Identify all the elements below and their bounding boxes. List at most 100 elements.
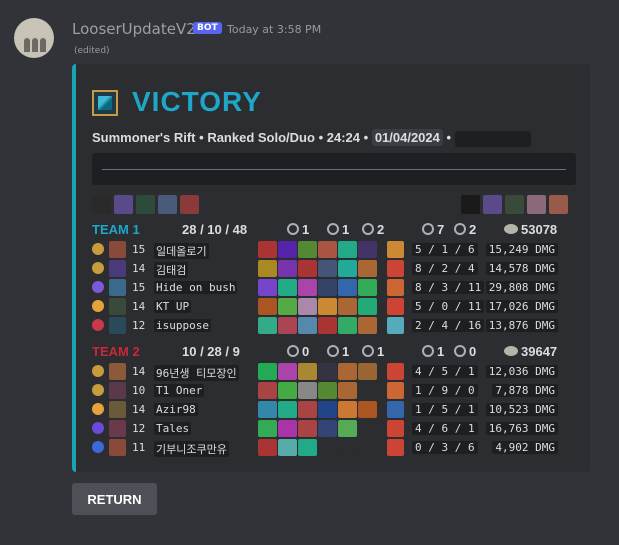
item-icon[interactable]: [298, 298, 317, 315]
player-kda: 1 / 5 / 1: [412, 403, 478, 416]
item-icon[interactable]: [338, 439, 357, 456]
item-icon[interactable]: [358, 382, 377, 399]
player-name[interactable]: 김태검: [154, 262, 189, 278]
player-name[interactable]: Tales: [154, 422, 192, 435]
item-icon[interactable]: [358, 420, 377, 437]
item-icon[interactable]: [278, 420, 297, 437]
team-dragons-count: 0: [302, 344, 310, 359]
item-icon[interactable]: [298, 363, 317, 380]
item-icon[interactable]: [338, 317, 357, 334]
item-icon[interactable]: [358, 279, 377, 296]
item-icon[interactable]: [318, 439, 337, 456]
item-icon[interactable]: [358, 439, 377, 456]
player-name[interactable]: 96년생 티모장인: [154, 365, 239, 381]
player-name[interactable]: isuppose: [154, 319, 211, 332]
item-icon[interactable]: [298, 382, 317, 399]
item-icon[interactable]: [298, 279, 317, 296]
item-icon[interactable]: [298, 401, 317, 418]
item-icon[interactable]: [258, 382, 277, 399]
item-icon[interactable]: [338, 401, 357, 418]
item-icon[interactable]: [298, 420, 317, 437]
player-name[interactable]: Azir98: [154, 403, 198, 416]
item-icon[interactable]: [338, 260, 357, 277]
player-row: 12 Tales 4 / 6 / 1 16,763 DMG: [88, 420, 578, 438]
item-icon[interactable]: [278, 298, 297, 315]
team-barons: 1: [362, 344, 384, 359]
item-icon[interactable]: [318, 363, 337, 380]
trinket-icon[interactable]: [387, 279, 404, 296]
player-items: [258, 241, 377, 258]
item-icon[interactable]: [298, 241, 317, 258]
bot-avatar[interactable]: [14, 18, 54, 58]
item-icon[interactable]: [258, 363, 277, 380]
return-button[interactable]: RETURN: [72, 483, 157, 515]
item-icon[interactable]: [358, 401, 377, 418]
item-icon[interactable]: [338, 241, 357, 258]
item-icon[interactable]: [258, 317, 277, 334]
player-name[interactable]: 일데올로기: [154, 243, 209, 259]
item-icon[interactable]: [318, 241, 337, 258]
item-icon[interactable]: [278, 260, 297, 277]
item-icon[interactable]: [318, 382, 337, 399]
item-icon[interactable]: [298, 317, 317, 334]
trinket-icon[interactable]: [387, 241, 404, 258]
team-gold-value: 39647: [521, 344, 558, 359]
item-icon[interactable]: [318, 279, 337, 296]
inhibitor-icon: [454, 223, 466, 235]
player-name[interactable]: Hide on bush: [154, 281, 238, 294]
item-icon[interactable]: [258, 279, 277, 296]
baron-icon: [362, 223, 374, 235]
item-icon[interactable]: [258, 439, 277, 456]
player-name[interactable]: T1 Oner: [154, 384, 205, 397]
item-icon[interactable]: [358, 298, 377, 315]
item-icon[interactable]: [278, 439, 297, 456]
item-icon[interactable]: [338, 298, 357, 315]
item-icon[interactable]: [338, 420, 357, 437]
item-icon[interactable]: [258, 260, 277, 277]
item-icon[interactable]: [318, 401, 337, 418]
player-kda: 4 / 5 / 1: [412, 365, 478, 378]
spoiler-block[interactable]: [92, 153, 576, 185]
trinket-icon[interactable]: [387, 317, 404, 334]
item-icon[interactable]: [338, 279, 357, 296]
item-icon[interactable]: [318, 260, 337, 277]
trinket-icon[interactable]: [387, 298, 404, 315]
trinket-icon[interactable]: [387, 439, 404, 456]
item-icon[interactable]: [338, 363, 357, 380]
trinket-icon[interactable]: [387, 363, 404, 380]
item-icon[interactable]: [358, 241, 377, 258]
champion-ban-icon: [158, 195, 177, 214]
trinket-icon[interactable]: [387, 382, 404, 399]
username[interactable]: LooserUpdateV2: [72, 20, 196, 38]
item-icon[interactable]: [278, 401, 297, 418]
item-icon[interactable]: [358, 317, 377, 334]
champion-icon: [109, 241, 126, 258]
item-icon[interactable]: [258, 298, 277, 315]
item-icon[interactable]: [258, 241, 277, 258]
team-kda: 28 / 10 / 48: [182, 222, 248, 237]
item-icon[interactable]: [258, 420, 277, 437]
item-icon[interactable]: [278, 279, 297, 296]
trinket-icon[interactable]: [387, 401, 404, 418]
item-icon[interactable]: [318, 420, 337, 437]
trinket-icon[interactable]: [387, 260, 404, 277]
item-icon[interactable]: [318, 317, 337, 334]
item-icon[interactable]: [298, 439, 317, 456]
item-icon[interactable]: [358, 363, 377, 380]
item-icon[interactable]: [278, 317, 297, 334]
item-icon[interactable]: [298, 260, 317, 277]
item-icon[interactable]: [358, 260, 377, 277]
trinket-icon[interactable]: [387, 420, 404, 437]
item-icon[interactable]: [278, 382, 297, 399]
player-name[interactable]: KT UP: [154, 300, 192, 313]
role-icon: [92, 403, 104, 415]
player-name[interactable]: 기부니조쿠만유: [154, 441, 229, 457]
item-icon[interactable]: [318, 298, 337, 315]
player-damage: 4,902 DMG: [492, 441, 558, 454]
team2-bans: [461, 195, 568, 214]
item-icon[interactable]: [338, 382, 357, 399]
item-icon[interactable]: [278, 363, 297, 380]
item-icon[interactable]: [258, 401, 277, 418]
redacted-text[interactable]: [454, 130, 531, 147]
item-icon[interactable]: [278, 241, 297, 258]
